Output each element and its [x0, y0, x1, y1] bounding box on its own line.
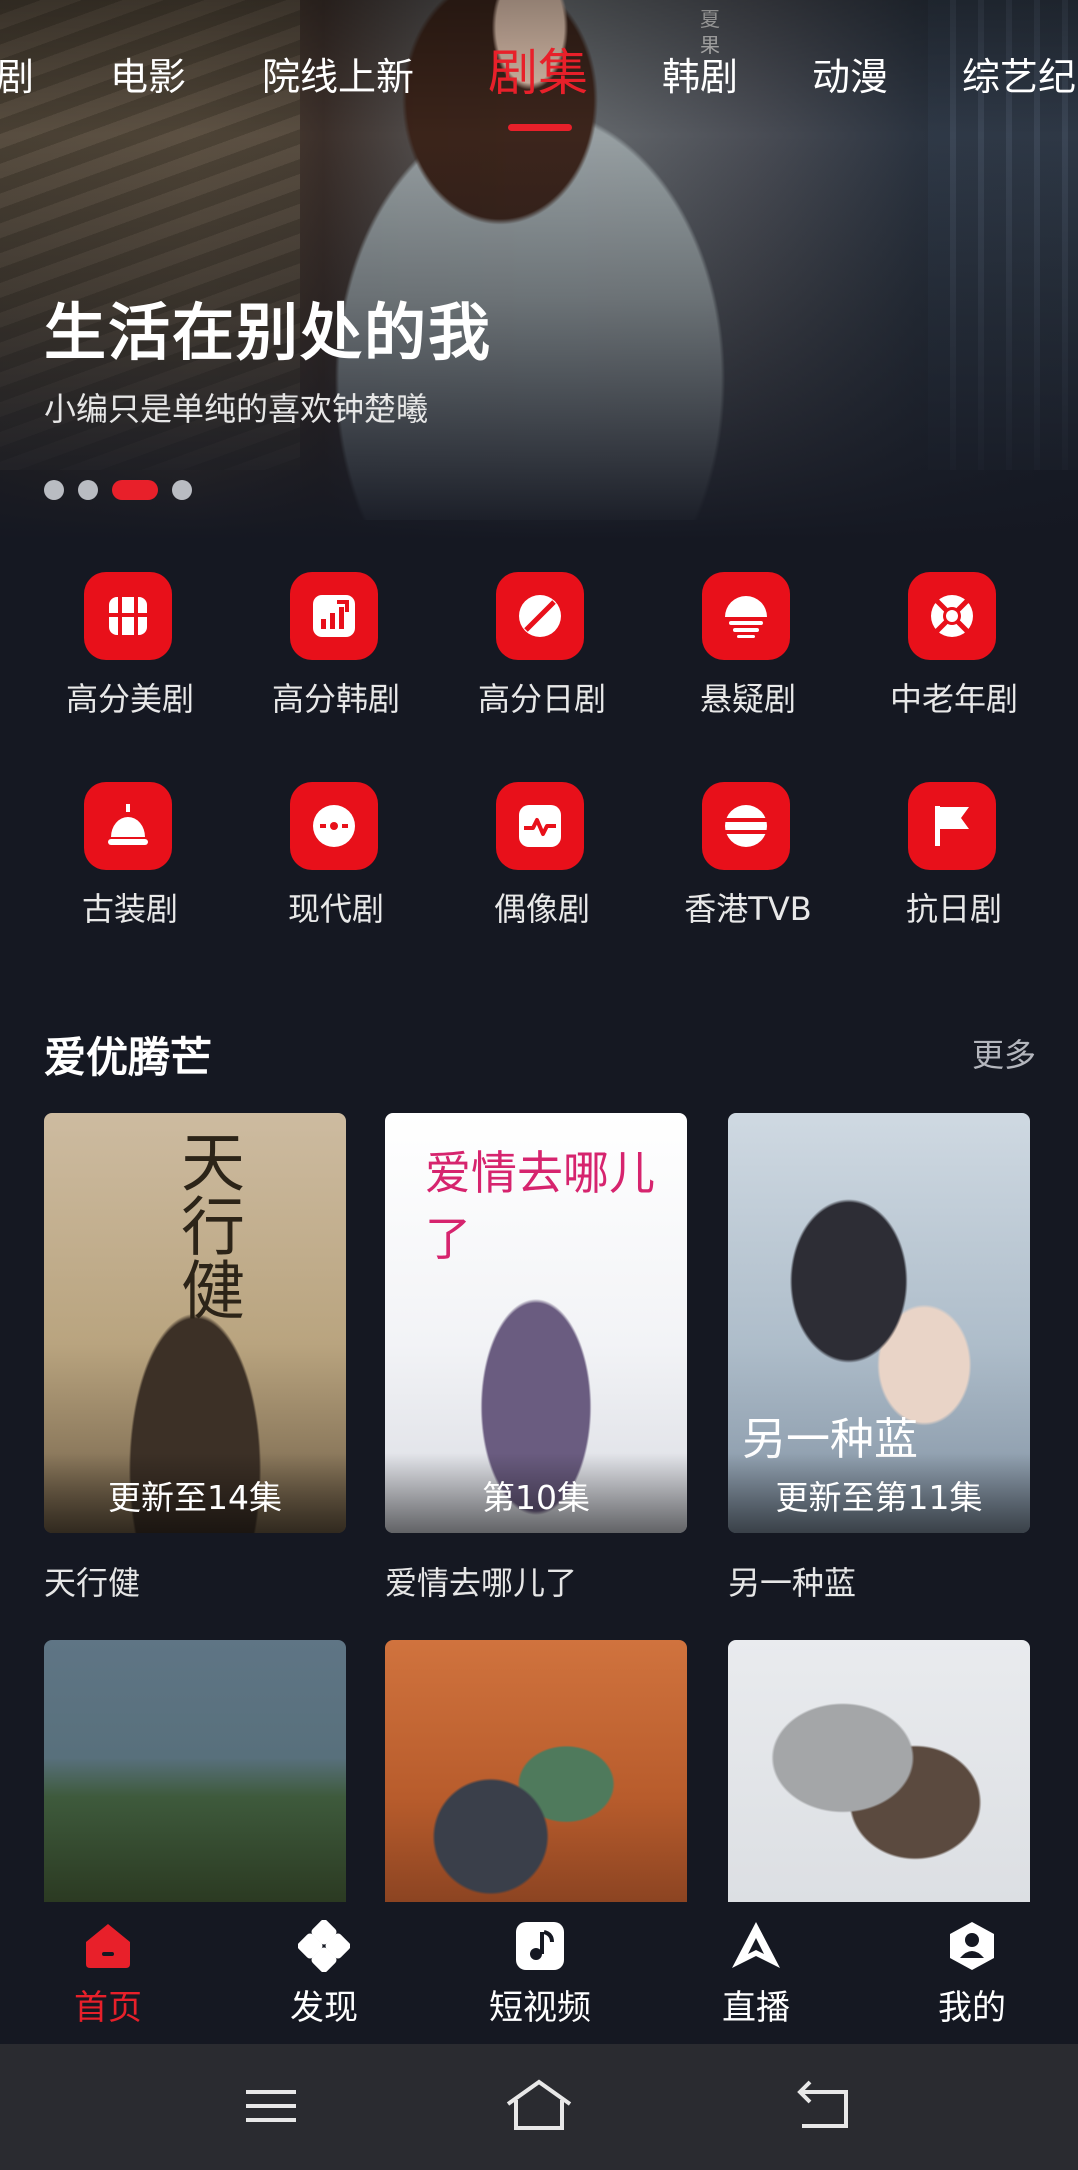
poster-card[interactable]: [44, 1640, 346, 1902]
category-label: 中老年剧: [889, 680, 1018, 718]
episode-badge: 第10集: [385, 1453, 687, 1533]
category-label: 高分日剧: [477, 680, 606, 718]
poster-card[interactable]: 另一种蓝 更新至第11集: [728, 1113, 1030, 1533]
category-us-drama[interactable]: 高分美剧: [40, 572, 220, 732]
nav-label: 发现: [290, 1988, 358, 2028]
category-modern[interactable]: 现代剧: [246, 782, 426, 942]
category-label: 抗日剧: [905, 890, 1002, 928]
carousel-dot[interactable]: [78, 480, 98, 500]
live-icon: [732, 1922, 780, 1968]
tab-variety[interactable]: 综艺纪: [962, 42, 1076, 112]
flag-icon: [908, 782, 996, 870]
nav-label: 我的: [938, 1988, 1006, 2028]
top-tab-bar: 剧 电影 院线上新 剧集 韩剧 动漫 综艺纪: [0, 42, 1078, 112]
category-label: 现代剧: [287, 890, 384, 928]
system-navigation-bar: [0, 2044, 1078, 2170]
bell-icon: [84, 782, 172, 870]
carousel-dot[interactable]: [44, 480, 64, 500]
back-icon[interactable]: [788, 2074, 858, 2138]
category-jp-drama[interactable]: 高分日剧: [452, 572, 632, 732]
poster-title-art: 爱情去哪儿了: [425, 1146, 655, 1266]
category-label: 高分美剧: [65, 680, 194, 718]
banner-subtitle: 小编只是单纯的喜欢钟楚曦: [44, 390, 429, 428]
nav-label: 短视频: [489, 1988, 591, 2028]
section-title: 爱优腾芒: [44, 1033, 213, 1082]
stripes-icon: [702, 572, 790, 660]
carousel-dot[interactable]: [172, 480, 192, 500]
nav-label: 首页: [74, 1988, 142, 2028]
pulse-icon: [496, 782, 584, 870]
disc-icon: [290, 782, 378, 870]
music-note-icon: [516, 1922, 564, 1970]
episode-badge: 更新至14集: [44, 1453, 346, 1533]
profile-icon: [950, 1922, 994, 1970]
bottom-nav-bar: 首页 发现 短视频 直播 我的: [0, 1902, 1078, 2044]
category-label: 悬疑剧: [699, 680, 796, 718]
category-anti-japanese[interactable]: 抗日剧: [864, 782, 1044, 942]
active-tab-indicator: [508, 124, 572, 131]
category-elder[interactable]: 中老年剧: [864, 572, 1044, 732]
episode-badge: 更新至第11集: [728, 1453, 1030, 1533]
banner-title: 生活在别处的我: [44, 296, 493, 369]
show-title[interactable]: 爱情去哪儿了: [385, 1558, 577, 1604]
category-label: 香港TVB: [684, 890, 812, 928]
grid-film-icon: [84, 572, 172, 660]
chart-icon: [290, 572, 378, 660]
nav-short-video[interactable]: 短视频: [450, 1920, 630, 2040]
tab-partial[interactable]: 剧: [0, 42, 34, 112]
carousel-dot-active[interactable]: [112, 480, 158, 500]
category-tvb[interactable]: 香港TVB: [658, 782, 838, 942]
category-costume[interactable]: 古装剧: [40, 782, 220, 942]
discover-icon: [298, 1920, 350, 1972]
category-kr-drama[interactable]: 高分韩剧: [246, 572, 426, 732]
tab-new-in-cinema[interactable]: 院线上新: [262, 42, 414, 112]
show-title[interactable]: 另一种蓝: [728, 1558, 856, 1604]
category-label: 古装剧: [81, 890, 178, 928]
poster-card[interactable]: 爱情去哪儿了 第10集: [385, 1113, 687, 1533]
more-link[interactable]: 更多: [972, 1030, 1036, 1076]
poster-card[interactable]: [728, 1640, 1030, 1902]
menu-icon[interactable]: [236, 2074, 306, 2138]
tab-korean-drama[interactable]: 韩剧: [662, 42, 738, 112]
poster-card[interactable]: 天行健 更新至14集: [44, 1113, 346, 1533]
show-title[interactable]: 天行健: [44, 1558, 140, 1604]
slash-circle-icon: [496, 572, 584, 660]
category-label: 高分韩剧: [271, 680, 400, 718]
tab-movie[interactable]: 电影: [110, 42, 186, 112]
nav-home[interactable]: 首页: [18, 1920, 198, 2040]
poster-card[interactable]: [385, 1640, 687, 1902]
nav-discover[interactable]: 发现: [234, 1920, 414, 2040]
hero-banner[interactable]: 夏 果 剧 电影 院线上新 剧集 韩剧 动漫 综艺纪 生活在别处的我 小编只是单…: [0, 0, 1078, 540]
home-system-icon[interactable]: [504, 2074, 574, 2138]
category-suspense[interactable]: 悬疑剧: [658, 572, 838, 732]
tab-anime[interactable]: 动漫: [812, 42, 888, 112]
poster-title-art: 天行健: [170, 1129, 244, 1321]
home-icon: [86, 1924, 130, 1968]
tab-series[interactable]: 剧集: [488, 38, 588, 108]
nav-label: 直播: [722, 1988, 790, 2028]
nav-profile[interactable]: 我的: [882, 1920, 1062, 2040]
category-label: 偶像剧: [493, 890, 590, 928]
ball-icon: [702, 782, 790, 870]
lifebuoy-icon: [908, 572, 996, 660]
nav-live[interactable]: 直播: [666, 1920, 846, 2040]
category-idol[interactable]: 偶像剧: [452, 782, 632, 942]
